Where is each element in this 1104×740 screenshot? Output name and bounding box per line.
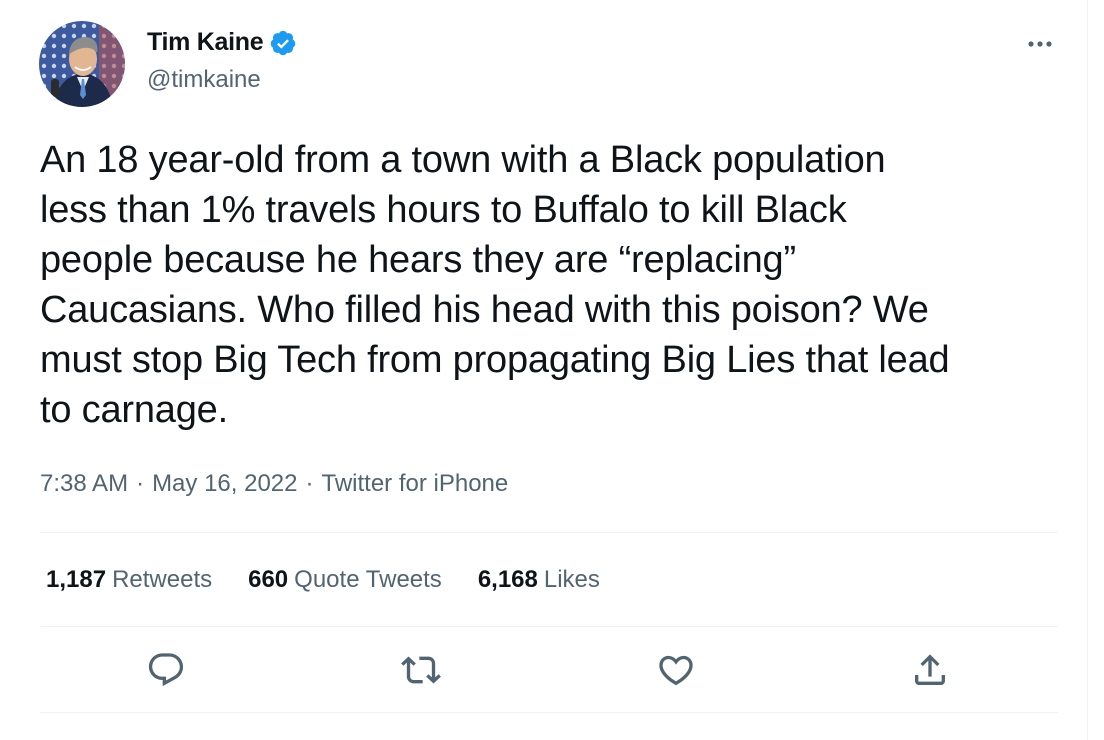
likes-count: 6,168 <box>477 566 538 593</box>
tweet-card: Tim Kaine @timkaine An 18 year-old from … <box>0 0 1088 740</box>
divider <box>40 626 1058 627</box>
author-handle[interactable]: @timkaine <box>147 66 261 94</box>
retweets-count: 1,187 <box>46 566 107 593</box>
more-options-icon[interactable] <box>1024 30 1056 58</box>
likes-label: Likes <box>543 566 600 593</box>
tweet-date[interactable]: May 16, 2022 <box>152 470 297 497</box>
verified-badge-icon <box>271 30 296 55</box>
reply-icon <box>148 653 184 687</box>
tweet-meta: 7:38 AM · May 16, 2022 · Twitter for iPhone <box>40 470 508 498</box>
profile-photo <box>39 21 125 107</box>
like-button[interactable] <box>656 650 696 690</box>
like-icon <box>659 655 693 686</box>
quote-tweets-count: 660 <box>248 566 289 593</box>
tweet-time[interactable]: 7:38 AM <box>40 470 128 497</box>
retweet-button[interactable] <box>401 650 441 690</box>
tweet-stats: 1,187 Retweets 660 Quote Tweets 6,168 Likes <box>46 566 636 594</box>
divider <box>40 712 1058 713</box>
quote-tweets-label: Quote Tweets <box>294 566 442 593</box>
reply-button[interactable] <box>146 650 186 690</box>
meta-separator: · <box>136 470 145 497</box>
meta-separator: · <box>305 470 314 497</box>
tweet-source[interactable]: Twitter for iPhone <box>322 470 509 497</box>
retweets-stat[interactable]: 1,187 Retweets <box>46 566 212 594</box>
retweet-icon <box>401 656 441 684</box>
author-avatar[interactable] <box>39 21 125 107</box>
divider <box>40 532 1058 533</box>
tweet-text: An 18 year-old from a town with a Black … <box>40 139 950 431</box>
author-name[interactable]: Tim Kaine <box>147 28 264 57</box>
quote-tweets-stat[interactable]: 660 Quote Tweets <box>248 566 442 594</box>
likes-stat[interactable]: 6,168 Likes <box>478 566 600 594</box>
share-button[interactable] <box>910 650 950 690</box>
share-icon <box>915 654 945 685</box>
author-name-row[interactable]: Tim Kaine <box>147 28 297 57</box>
retweets-label: Retweets <box>112 566 213 593</box>
